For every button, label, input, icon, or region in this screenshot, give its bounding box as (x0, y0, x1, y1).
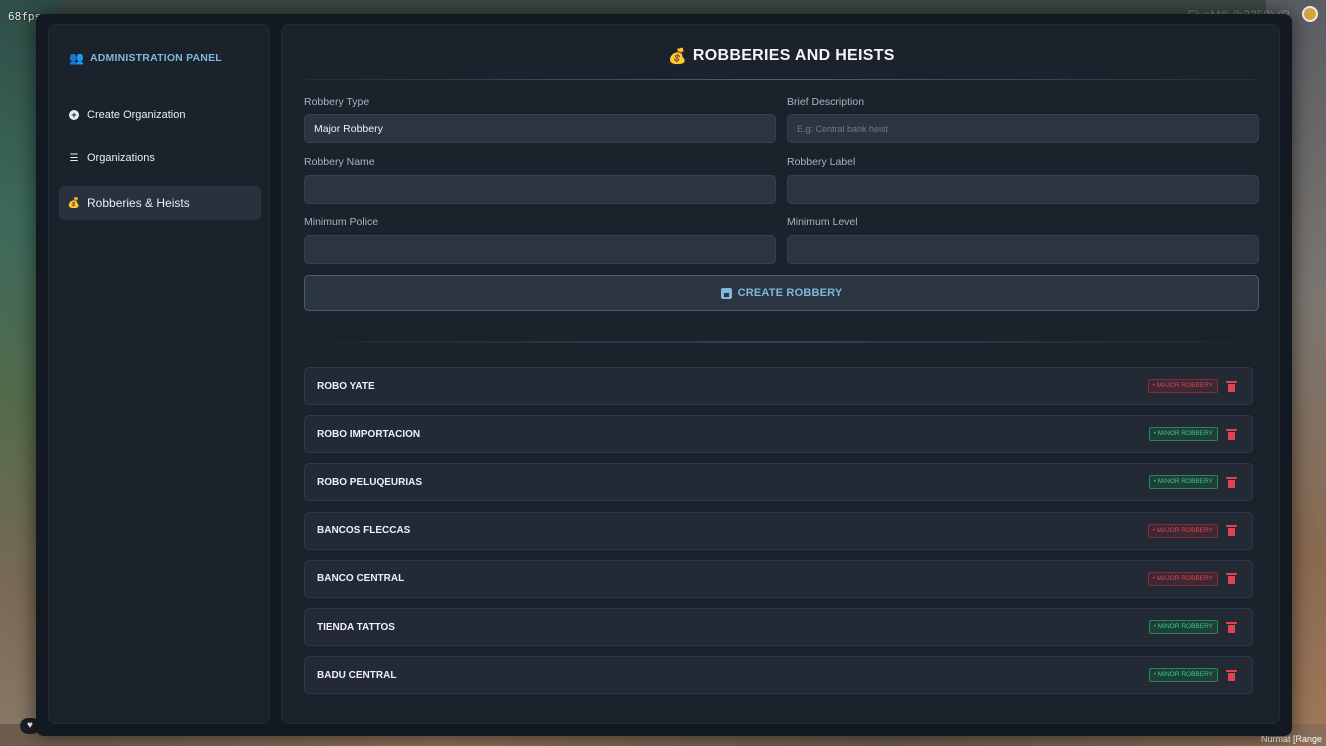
sidebar: 👥 ADMINISTRATION PANEL + Create Organiza… (48, 24, 270, 724)
create-robbery-button[interactable]: CREATE ROBBERY (304, 275, 1259, 311)
robbery-row[interactable]: BANCO CENTRAL • MAJOR ROBBERY (304, 559, 1253, 598)
robbery-name: ROBO PELUQEURIAS (317, 476, 423, 488)
robbery-type-text: MAJOR ROBBERY (1156, 382, 1213, 389)
trash-icon[interactable] (1226, 669, 1237, 681)
robbery-name: ROBO IMPORTACION (317, 428, 421, 440)
sidebar-item-organizations[interactable]: ☰ Organizations (59, 141, 261, 175)
robbery-type-select[interactable]: Major Robbery (304, 114, 776, 143)
save-icon (720, 287, 732, 299)
robbery-name: ROBO YATE (317, 380, 375, 392)
robbery-name-input[interactable] (304, 175, 776, 204)
list-divider (304, 341, 1259, 343)
trash-icon[interactable] (1226, 621, 1237, 633)
robbery-type-badge: • MAJOR ROBBERY (1147, 571, 1218, 586)
robbery-label-input[interactable] (787, 175, 1259, 204)
sidebar-item-label: Create Organization (87, 109, 186, 121)
sidebar-title: ADMINISTRATION PANEL (89, 52, 222, 64)
trash-icon[interactable] (1226, 380, 1237, 392)
robbery-row[interactable]: ROBO PELUQEURIAS • MINOR ROBBERY (304, 463, 1253, 502)
robbery-row[interactable]: BANCOS FLECCAS • MAJOR ROBBERY (304, 511, 1253, 550)
sidebar-item-label: Robberies & Heists (87, 196, 190, 210)
robbery-type-badge: • MINOR ROBBERY (1148, 427, 1218, 442)
robbery-type-text: MINOR ROBBERY (1157, 478, 1213, 486)
robbery-type-text: MINOR ROBBERY (1157, 671, 1213, 679)
robbery-row[interactable]: BADU CENTRAL • MINOR ROBBERY (304, 656, 1253, 695)
robbery-type-text: MINOR ROBBERY (1157, 430, 1213, 438)
main-panel: 💰 ROBBERIES AND HEISTS Robbery Type Majo… (281, 24, 1280, 724)
robbery-name: BANCOS FLECCAS (317, 525, 411, 537)
robbery-type-badge: • MINOR ROBBERY (1148, 668, 1218, 683)
trash-icon[interactable] (1226, 476, 1237, 488)
create-robbery-label: CREATE ROBBERY (737, 287, 843, 299)
minimum-police-input[interactable] (304, 235, 776, 264)
brief-description-input[interactable]: E.g: Central bank heist (787, 114, 1259, 143)
admin-window: 👥 ADMINISTRATION PANEL + Create Organiza… (36, 14, 1292, 736)
title-divider (304, 79, 1259, 80)
robbery-name: BANCO CENTRAL (317, 573, 405, 585)
money-bag-icon: 💰 (668, 48, 687, 65)
robbery-name: TIENDA TATTOS (317, 621, 395, 633)
trash-icon[interactable] (1226, 525, 1237, 537)
sidebar-item-label: Organizations (87, 152, 155, 164)
page-title-text: ROBBERIES AND HEISTS (692, 47, 895, 64)
minimum-level-label: Minimum Level (787, 216, 858, 228)
sidebar-header: 👥 ADMINISTRATION PANEL (69, 51, 222, 65)
robbery-type-badge: • MINOR ROBBERY (1148, 475, 1218, 490)
player-avatar-icon (1302, 6, 1318, 22)
plus-circle-icon: + (67, 109, 81, 121)
page-title: 💰 ROBBERIES AND HEISTS (282, 47, 1281, 65)
robbery-type-badge: • MAJOR ROBBERY (1147, 523, 1218, 538)
robbery-row[interactable]: ROBO IMPORTACION • MINOR ROBBERY (304, 415, 1253, 454)
users-cog-icon: 👥 (69, 51, 84, 65)
robbery-row[interactable]: ROBO YATE • MAJOR ROBBERY (304, 367, 1253, 405)
minimum-police-label: Minimum Police (304, 216, 379, 228)
robbery-name-label: Robbery Name (304, 156, 375, 168)
robbery-label-label: Robbery Label (787, 156, 856, 168)
trash-icon[interactable] (1226, 428, 1237, 440)
money-bag-icon: 💰 (67, 197, 81, 209)
sidebar-item-robberies-heists[interactable]: 💰 Robberies & Heists (59, 186, 261, 220)
minimum-level-input[interactable] (787, 235, 1259, 264)
list-icon: ☰ (69, 152, 79, 164)
robbery-type-text: MAJOR ROBBERY (1156, 574, 1213, 582)
robbery-type-badge: • MAJOR ROBBERY (1147, 379, 1218, 393)
robbery-type-text: MINOR ROBBERY (1157, 623, 1213, 630)
brief-description-label: Brief Description (787, 96, 865, 108)
robbery-type-text: MAJOR ROBBERY (1156, 526, 1213, 534)
robbery-row[interactable]: TIENDA TATTOS • MINOR ROBBERY (304, 608, 1253, 646)
trash-icon[interactable] (1226, 573, 1237, 585)
robbery-name: BADU CENTRAL (317, 669, 397, 681)
sidebar-item-create-organization[interactable]: + Create Organization (59, 98, 261, 132)
robbery-type-label: Robbery Type (304, 96, 370, 108)
robbery-type-badge: • MINOR ROBBERY (1148, 620, 1218, 634)
